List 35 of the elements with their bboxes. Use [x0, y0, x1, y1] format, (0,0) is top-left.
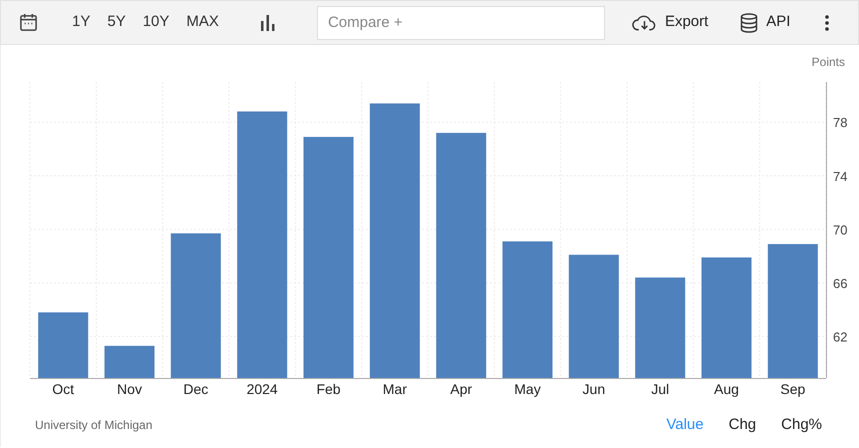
view-tab[interactable]: Chg%	[781, 414, 822, 436]
y-tick-label: 74	[833, 168, 848, 184]
x-tick-label: 2024	[246, 381, 278, 397]
export-button[interactable]: Export	[632, 11, 708, 34]
unit-label: Points	[812, 55, 845, 69]
more-menu-icon[interactable]	[825, 14, 830, 30]
range-button[interactable]: 10Y	[142, 11, 170, 34]
x-tick-label: Jul	[651, 381, 670, 397]
range-button[interactable]: 5Y	[107, 11, 126, 34]
x-tick-label: Dec	[183, 381, 208, 397]
x-tick-label: Feb	[316, 381, 341, 397]
x-tick-label: Jun	[582, 381, 606, 397]
x-tick-label: Oct	[52, 381, 74, 397]
api-button[interactable]: API	[740, 11, 790, 34]
y-tick-label: 66	[833, 276, 848, 291]
x-tick-label: Nov	[117, 381, 142, 397]
x-tick-label: May	[514, 381, 541, 397]
x-tick-label: Mar	[382, 381, 407, 397]
bar	[38, 312, 88, 378]
y-tick-label: 62	[833, 329, 848, 344]
x-tick-label: Aug	[714, 381, 739, 397]
compare-field[interactable]: Compare +	[316, 6, 605, 40]
range-button[interactable]: 1Y	[72, 11, 90, 34]
calendar-icon[interactable]	[19, 13, 38, 32]
y-tick-label: 78	[833, 115, 848, 130]
x-tick-label: Apr	[450, 381, 472, 397]
y-tick-label: 70	[833, 222, 848, 238]
database-icon	[740, 12, 758, 32]
range-button[interactable]: MAX	[186, 11, 219, 34]
view-tab[interactable]: Chg	[728, 414, 756, 436]
cloud-download-icon	[632, 14, 657, 32]
source-label: University of Michigan	[35, 417, 152, 434]
bar	[104, 346, 154, 378]
bar-chart-icon[interactable]	[260, 14, 275, 30]
x-tick-label: Sep	[780, 381, 806, 397]
